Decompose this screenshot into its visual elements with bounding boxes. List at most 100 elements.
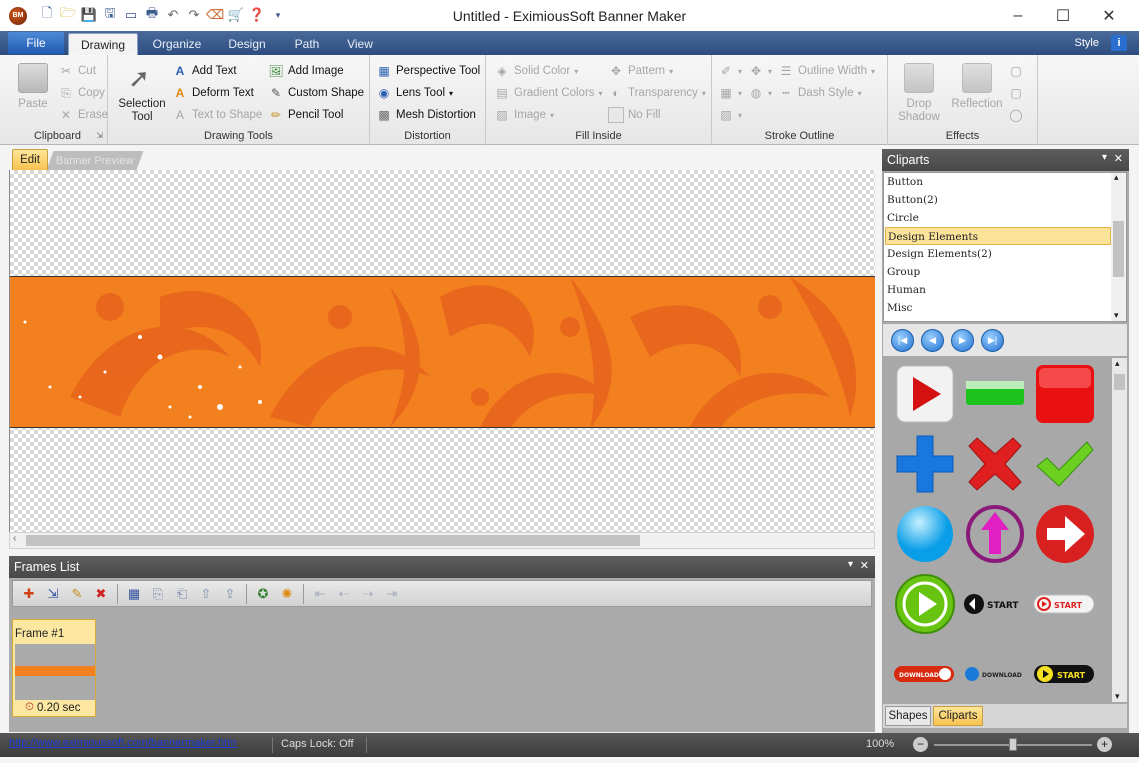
tab-cliparts[interactable]: Cliparts [933, 706, 983, 726]
solid-color-button[interactable]: ◈ Solid Color ▾ [494, 63, 578, 79]
list-item[interactable]: Design Elements(2) [885, 245, 1111, 263]
zoom-in-button[interactable]: + [1097, 737, 1112, 752]
blue-download-icon[interactable]: DOWNLOAD [963, 642, 1027, 706]
scroll-left-icon[interactable]: ‹ [13, 533, 16, 544]
first-icon[interactable]: |◀ [891, 328, 914, 352]
maximize-button[interactable]: ☐ [1040, 0, 1086, 31]
effect-option-2[interactable]: ▢ [1008, 85, 1024, 101]
no-fill-button[interactable]: No Fill [608, 107, 661, 123]
paste-icon[interactable] [18, 63, 48, 93]
pink-up-arrow-icon[interactable] [963, 502, 1027, 566]
selection-tool-button[interactable]: Selection Tool [114, 98, 170, 124]
clipart-category-list[interactable]: Button Button(2) Circle Design Elements … [883, 172, 1127, 322]
stroke-image-button[interactable]: ▨ ▾ [718, 107, 742, 123]
next-icon[interactable]: ▶ [951, 328, 974, 352]
copy-button[interactable]: ⎘ Copy [58, 85, 105, 101]
tab-drawing[interactable]: Drawing [68, 33, 138, 55]
timer-icon[interactable]: ✺ [277, 584, 297, 604]
prev-frame-icon[interactable]: ⇠ [334, 584, 354, 604]
first-frame-icon[interactable]: ⇤ [310, 584, 330, 604]
reflection-icon[interactable] [962, 63, 992, 93]
paste-frame-icon[interactable]: ⎗ [172, 584, 192, 604]
lens-tool-button[interactable]: ◉ Lens Tool ▾ [376, 85, 453, 101]
tab-banner-preview[interactable]: Banner Preview [46, 151, 144, 170]
panel-close-icon[interactable]: ✕ [860, 559, 869, 572]
list-item[interactable]: Circle [885, 209, 1111, 227]
style-menu[interactable]: Style [1075, 37, 1099, 49]
copy-frame-icon[interactable]: ⎘ [148, 584, 168, 604]
blue-plus-icon[interactable] [893, 432, 957, 496]
drop-shadow-icon[interactable] [904, 63, 934, 93]
cut-button[interactable]: ✂ Cut [58, 63, 96, 79]
new-icon[interactable]: 🗋 [38, 5, 56, 24]
image-fill-button[interactable]: ▨ Image ▾ [494, 107, 554, 123]
scrollbar-thumb[interactable] [1113, 221, 1124, 277]
list-item-selected[interactable]: Design Elements [885, 227, 1111, 245]
scroll-down-icon[interactable]: ▾ [1114, 311, 1119, 321]
custom-shape-button[interactable]: ✎ Custom Shape [268, 85, 364, 101]
add-image-button[interactable]: 🖼 Add Image [268, 63, 343, 79]
tab-design[interactable]: Design [216, 33, 278, 55]
list-item[interactable]: Group [885, 263, 1111, 281]
tab-shapes[interactable]: Shapes [885, 706, 931, 726]
save-icon[interactable]: 💾 [80, 6, 98, 24]
dash-style-button[interactable]: ┅ Dash Style ▾ [778, 85, 861, 101]
red-x-icon[interactable] [963, 432, 1027, 496]
tab-file[interactable]: File [8, 32, 64, 54]
dialog-launcher-icon[interactable]: ⇲ [96, 131, 103, 140]
selection-arrow-icon[interactable]: ➚ [124, 63, 154, 93]
effect-option-3[interactable]: ◯ [1008, 107, 1024, 123]
select-all-icon[interactable]: ▦ [124, 584, 144, 604]
yellow-start-pill-icon[interactable]: START [1033, 642, 1097, 706]
mesh-distortion-button[interactable]: ▩ Mesh Distortion [376, 107, 476, 123]
paste-button[interactable]: Paste [14, 98, 52, 111]
last-frame-icon[interactable]: ⇥ [382, 584, 402, 604]
edit-frame-icon[interactable]: ✎ [67, 584, 87, 604]
list-item[interactable]: Button(2) [885, 191, 1111, 209]
green-check-icon[interactable] [1033, 432, 1097, 496]
next-frame-icon[interactable]: ⇢ [358, 584, 378, 604]
canvas-horizontal-scrollbar[interactable]: ‹ [9, 532, 875, 549]
play-icon[interactable]: ✪ [253, 584, 273, 604]
app-logo[interactable]: BM [9, 7, 27, 25]
move-up-icon[interactable]: ⇧ [196, 584, 216, 604]
stroke-transparency-button[interactable]: ◍ ▾ [748, 85, 772, 101]
deform-text-button[interactable]: A Deform Text [172, 85, 254, 101]
list-scrollbar[interactable]: ▴ ▾ [1111, 173, 1126, 321]
tab-path[interactable]: Path [282, 33, 332, 55]
red-download-pill-icon[interactable]: DOWNLOAD [893, 642, 957, 706]
tab-organize[interactable]: Organize [142, 33, 212, 55]
banner-artwork[interactable] [10, 276, 875, 428]
scroll-up-icon[interactable]: ▴ [1115, 358, 1120, 369]
transparency-button[interactable]: ◐ Transparency ▾ [608, 85, 706, 101]
website-link[interactable]: http://www.eximioussoft.com/bannermaker.… [9, 737, 236, 749]
scroll-up-icon[interactable]: ▴ [1114, 173, 1119, 183]
blue-circle-icon[interactable] [893, 502, 957, 566]
stroke-color-button[interactable]: ✐ ▾ [718, 63, 742, 79]
export-frame-icon[interactable]: ⇪ [220, 584, 240, 604]
shop-icon[interactable]: 🛒 [227, 6, 245, 24]
minimize-button[interactable]: – [995, 0, 1041, 31]
text-to-shape-button[interactable]: A Text to Shape [172, 107, 262, 123]
gradient-colors-button[interactable]: ▤ Gradient Colors ▾ [494, 85, 602, 101]
frame-card[interactable]: Frame #1 ⏲ 0.20 sec [12, 619, 96, 717]
save-as-icon[interactable]: 🖫 [101, 5, 119, 24]
clipart-grid-scrollbar[interactable]: ▴ ▾ [1112, 358, 1127, 702]
last-icon[interactable]: ▶| [981, 328, 1004, 352]
effect-option-1[interactable]: ▢ [1008, 63, 1024, 79]
help-icon[interactable]: ❓ [248, 6, 266, 24]
delete-frame-icon[interactable]: ✖ [91, 584, 111, 604]
zoom-out-button[interactable]: − [913, 737, 928, 752]
green-play-circle-icon[interactable] [893, 572, 957, 636]
undo-icon[interactable]: ↶ [164, 6, 182, 24]
open-icon[interactable]: 🗁 [59, 5, 77, 24]
qat-dropdown-icon[interactable]: ▾ [269, 6, 287, 24]
list-item[interactable]: Misc [885, 299, 1111, 317]
red-right-arrow-icon[interactable] [1033, 502, 1097, 566]
info-icon[interactable]: i [1111, 35, 1127, 51]
panel-menu-icon[interactable]: ▾ [1102, 152, 1107, 163]
tab-view[interactable]: View [336, 33, 384, 55]
black-start-icon[interactable]: START [963, 572, 1027, 636]
panel-menu-icon[interactable]: ▾ [848, 559, 853, 570]
drop-shadow-button[interactable]: Drop Shadow [890, 98, 948, 124]
